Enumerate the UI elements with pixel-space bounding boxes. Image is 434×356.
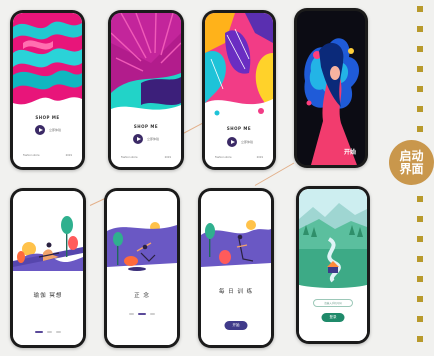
footer-left: Fashion store [121, 156, 138, 159]
decor-square [417, 126, 423, 132]
phone-screen: SHOP ME 立即体验 Fashion store 2019 [111, 13, 181, 167]
onboarding-phone-3: 每 日 训 练 开始 [198, 188, 274, 348]
onboarding-phone-1: 瑜伽 冥想 [10, 188, 86, 348]
footer-right: 2019 [256, 156, 263, 159]
phone-screen: SHOP ME 立即体验 Fashion store 2019 [13, 13, 82, 167]
phone-input[interactable]: 请输入手机号码 [313, 299, 353, 307]
play-row[interactable]: 立即体验 [133, 134, 159, 144]
play-button[interactable] [227, 137, 237, 147]
badge-line-1: 启动 [399, 148, 424, 163]
phone-screen: 每 日 训 练 开始 [201, 191, 271, 345]
brand-title: SHOP ME [35, 115, 60, 120]
mindfulness-illustration [107, 191, 177, 345]
footer-right: 2019 [65, 154, 72, 157]
play-icon [230, 140, 235, 144]
page-indicator [107, 313, 177, 315]
wave-illustration [13, 13, 82, 167]
splash-phone-1: SHOP ME 立即体验 Fashion store 2019 [10, 10, 85, 170]
page-dot[interactable] [47, 331, 52, 333]
decor-square [417, 106, 423, 112]
footer-right: 2019 [164, 156, 171, 159]
decor-square [417, 276, 423, 282]
decor-square [417, 6, 423, 12]
splash-footer: Fashion store 2019 [205, 156, 273, 159]
decor-square [417, 216, 423, 222]
decor-square [417, 316, 423, 322]
page-dot[interactable] [150, 313, 155, 315]
splash-footer: Fashion store 2019 [111, 156, 181, 159]
play-icon [38, 128, 43, 132]
play-label: 立即体验 [147, 137, 160, 141]
section-badge: 启动 界面 [389, 140, 434, 185]
woman-illustration [297, 11, 365, 165]
footer-left: Fashion store [215, 156, 232, 159]
page-indicator [13, 331, 83, 333]
play-label: 立即体验 [49, 128, 62, 132]
decor-square [417, 66, 423, 72]
decor-square [417, 236, 423, 242]
page-dot[interactable] [129, 313, 134, 315]
decor-square [417, 86, 423, 92]
play-button[interactable] [133, 134, 143, 144]
brand-title: SHOP ME [133, 124, 159, 129]
splash-phone-3: SHOP ME 立即体验 Fashion store 2019 [202, 10, 276, 170]
start-label[interactable]: 开始 [344, 147, 356, 156]
splash-phone-2: SHOP ME 立即体验 Fashion store 2019 [108, 10, 184, 170]
yoga-illustration [13, 191, 83, 345]
onboarding-phone-2: 正 念 [104, 188, 180, 348]
page-dot[interactable] [56, 331, 61, 333]
footer-left: Fashion store [23, 154, 40, 157]
onboarding-title: 每 日 训 练 [218, 289, 254, 295]
decor-square [417, 196, 423, 202]
badge-line-2: 界面 [399, 161, 424, 176]
play-row[interactable]: 立即体验 [227, 137, 253, 147]
onboarding-title: 瑜伽 冥想 [33, 293, 63, 299]
page-dot[interactable] [138, 313, 146, 315]
decor-square [417, 336, 423, 342]
brand-title: SHOP ME [226, 126, 252, 131]
start-button[interactable]: 开始 [224, 321, 248, 330]
play-button[interactable] [35, 125, 45, 135]
phone-screen: SHOP ME 立即体验 Fashion store 2019 [205, 13, 273, 167]
decor-square [417, 296, 423, 302]
decor-square [417, 46, 423, 52]
phone-screen: 正 念 [107, 191, 177, 345]
decor-square [417, 26, 423, 32]
phone-screen: 请输入手机号码 登录 [299, 189, 367, 341]
login-button[interactable]: 登录 [321, 313, 345, 322]
play-label: 立即体验 [241, 140, 254, 144]
phone-screen: 开始 [297, 11, 365, 165]
decor-square [417, 256, 423, 262]
splash-phone-4: 开始 [294, 8, 368, 168]
login-phone: 请输入手机号码 登录 [296, 186, 370, 344]
play-icon [136, 137, 141, 141]
page-dot[interactable] [35, 331, 43, 333]
splash-footer: Fashion store 2019 [13, 154, 82, 157]
onboarding-title: 正 念 [134, 293, 150, 299]
phone-screen: 瑜伽 冥想 [13, 191, 83, 345]
play-row[interactable]: 立即体验 [35, 125, 61, 135]
